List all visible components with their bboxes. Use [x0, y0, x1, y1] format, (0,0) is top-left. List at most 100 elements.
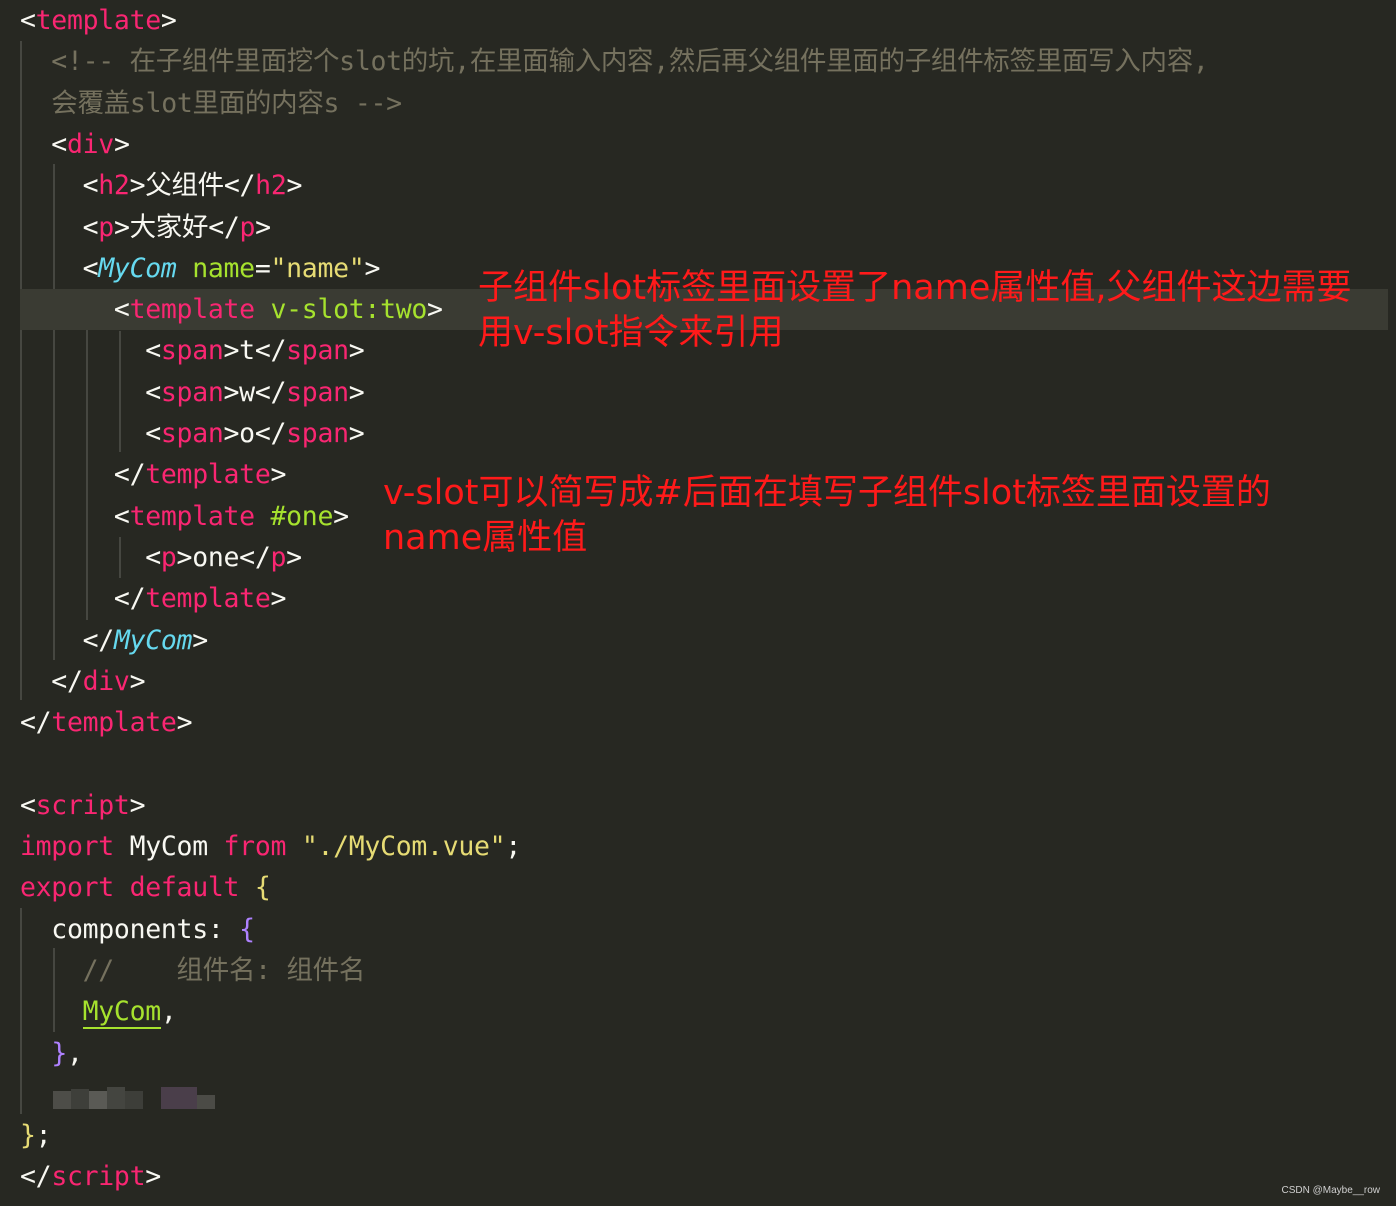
code-token: > — [129, 789, 146, 821]
code-token: from — [223, 831, 287, 862]
code-token: > — [145, 1161, 161, 1193]
code-token: h2 — [255, 170, 287, 202]
code-token: </ — [20, 1161, 52, 1193]
code-token: > — [348, 376, 365, 408]
code-line[interactable]: <MyCom name="name"> — [20, 248, 381, 289]
code-token: > — [286, 170, 303, 202]
code-token: "./MyCom.vue" — [301, 831, 506, 862]
code-token: } — [51, 1037, 67, 1069]
code-line[interactable]: <template #one> — [20, 496, 349, 537]
code-line[interactable]: export default { — [20, 867, 271, 908]
code-line[interactable]: <span>w</span> — [20, 372, 364, 413]
code-line[interactable]: <p>one</p> — [20, 537, 302, 578]
code-line[interactable]: </template> — [20, 578, 287, 619]
code-line[interactable]: 会覆盖slot里面的内容s --> — [20, 83, 402, 124]
code-token: , — [66, 1037, 83, 1069]
code-token: < — [20, 5, 36, 36]
code-token: </ — [20, 665, 83, 697]
code-token: < — [20, 170, 99, 202]
code-token: > — [348, 418, 365, 449]
code-line[interactable]: <script> — [20, 785, 146, 826]
code-token: template — [51, 707, 177, 739]
code-editor[interactable]: <template> <!-- 在子组件里面挖个slot的坑,在里面输入内容,然… — [0, 0, 1396, 1206]
code-line[interactable]: <p>大家好</p> — [20, 207, 272, 248]
code-line[interactable]: components: { — [20, 909, 255, 950]
code-line[interactable]: <template> — [20, 0, 177, 41]
code-token: span — [286, 376, 349, 408]
code-token: ; — [35, 1120, 52, 1152]
blurred-text — [53, 1085, 215, 1111]
code-token: > — [364, 252, 381, 284]
code-line[interactable]: <!-- 在子组件里面挖个slot的坑,在里面输入内容,然后再父组件里面的子组件… — [20, 41, 1209, 82]
code-token: > — [129, 665, 146, 697]
code-line[interactable]: }, — [20, 1033, 83, 1074]
code-token: MyCom — [98, 252, 177, 284]
code-line[interactable]: // 组件名: 组件名 — [20, 950, 366, 991]
code-token: script — [35, 789, 130, 821]
code-token: < — [20, 294, 130, 326]
code-token: > — [160, 5, 177, 36]
code-token: v-slot:two — [270, 294, 428, 326]
code-line[interactable]: </div> — [20, 661, 145, 702]
code-token: export — [20, 872, 114, 904]
code-line[interactable]: </script> — [20, 1156, 161, 1197]
code-line[interactable]: }; — [20, 1115, 52, 1156]
watermark: CSDN @Maybe__row — [1281, 1185, 1380, 1196]
code-token: >大家好</ — [113, 211, 240, 243]
code-line[interactable]: </MyCom> — [20, 620, 209, 661]
code-token: < — [20, 211, 99, 243]
code-token: span — [286, 335, 349, 367]
code-line[interactable]: <h2>父组件</h2> — [20, 165, 303, 206]
code-token: { — [239, 913, 255, 945]
code-token: ; — [505, 831, 521, 862]
code-token: p — [160, 541, 177, 573]
code-token: p — [270, 541, 287, 573]
annotation-v-slot-name: 子组件slot标签里面设置了name属性值,父组件这边需要 用v-slot指令来… — [478, 268, 1352, 353]
code-token: template — [129, 500, 256, 532]
code-token: > — [348, 335, 365, 367]
code-line[interactable]: MyCom, — [20, 991, 177, 1032]
code-token: < — [20, 252, 99, 284]
code-token: , — [160, 996, 177, 1028]
code-token: >o</ — [223, 418, 287, 449]
code-token: < — [20, 500, 130, 532]
code-token: MyCom — [113, 624, 193, 656]
code-token: >w</ — [223, 376, 287, 408]
code-token: < — [20, 418, 161, 449]
code-token: = — [254, 252, 271, 284]
code-token: > — [255, 211, 271, 243]
code-token: h2 — [98, 170, 130, 202]
code-token: template — [129, 294, 256, 326]
code-token: template — [145, 459, 271, 491]
code-token: >t</ — [223, 335, 287, 367]
code-line[interactable]: </template> — [20, 702, 193, 743]
code-token: > — [192, 624, 208, 656]
code-token: MyCom — [82, 996, 161, 1030]
code-token: </ — [20, 459, 146, 491]
code-token: < — [20, 541, 161, 573]
code-token: #one — [270, 500, 334, 532]
code-line[interactable]: <div> — [20, 124, 130, 165]
code-token: < — [20, 128, 67, 160]
code-token: { — [254, 872, 271, 904]
code-line[interactable]: import MyCom from "./MyCom.vue"; — [20, 826, 521, 867]
code-token: // 组件名: 组件名 — [20, 954, 366, 986]
code-token: script — [51, 1161, 146, 1193]
code-token: < — [20, 789, 36, 821]
code-line[interactable]: <span>o</span> — [20, 413, 364, 454]
code-line[interactable]: <span>t</span> — [20, 330, 364, 371]
code-token: > — [113, 128, 130, 160]
code-line[interactable]: </template> — [20, 454, 287, 495]
code-token: MyCom — [113, 831, 224, 862]
code-token: < — [20, 376, 161, 408]
code-token: template — [145, 583, 271, 615]
code-token: span — [160, 376, 224, 408]
